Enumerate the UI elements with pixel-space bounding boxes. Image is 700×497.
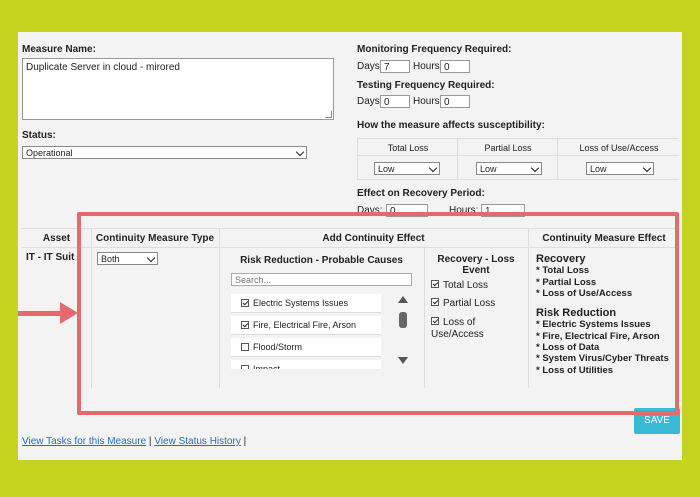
susceptibility-label: How the measure affects susceptibility:	[357, 120, 545, 131]
view-tasks-link[interactable]: View Tasks for this Measure	[22, 436, 146, 447]
chevron-down-icon	[642, 163, 652, 173]
chevron-down-icon	[428, 163, 438, 173]
susceptibility-head-total: Total Loss	[387, 143, 429, 153]
testing-days-label: Days	[357, 96, 380, 107]
link-separator: |	[243, 436, 247, 447]
arrow-right-icon	[60, 302, 78, 324]
testing-days-input[interactable]: 0	[380, 95, 410, 108]
loss-access-select[interactable]: Low	[586, 162, 654, 175]
monitoring-hours-label: Hours	[413, 61, 440, 72]
status-value: Operational	[26, 148, 73, 158]
monitoring-hours-input[interactable]: 0	[440, 60, 470, 73]
status-select[interactable]: Operational	[22, 146, 307, 159]
monitoring-days-label: Days	[357, 61, 380, 72]
partial-loss-select[interactable]: Low	[476, 162, 542, 175]
total-loss-value: Low	[378, 164, 395, 174]
total-loss-select[interactable]: Low	[374, 162, 440, 175]
arrow-line	[18, 311, 62, 316]
monitoring-days-input[interactable]: 7	[380, 60, 410, 73]
testing-frequency-label: Testing Frequency Required:	[357, 80, 495, 91]
measure-name-label: Measure Name:	[22, 44, 96, 55]
resize-handle-icon[interactable]	[325, 111, 332, 118]
susceptibility-head-partial: Partial Loss	[484, 143, 532, 153]
testing-hours-label: Hours	[413, 96, 440, 107]
chevron-down-icon	[530, 163, 540, 173]
recovery-period-label: Effect on Recovery Period:	[357, 188, 485, 199]
status-label: Status:	[22, 130, 56, 141]
highlight-box	[77, 212, 679, 415]
measure-name-textarea[interactable]: Duplicate Server in cloud - mirored	[22, 58, 334, 120]
susceptibility-col-partial: Partial Loss Low	[457, 138, 558, 180]
measure-name-value: Duplicate Server in cloud - mirored	[26, 62, 180, 73]
footer-links: View Tasks for this Measure | View Statu…	[22, 436, 246, 447]
chevron-down-icon	[295, 147, 305, 157]
monitoring-frequency-label: Monitoring Frequency Required:	[357, 44, 512, 55]
susceptibility-head-access: Loss of Use/Access	[579, 143, 659, 153]
susceptibility-col-access: Loss of Use/Access Low	[557, 138, 680, 180]
susceptibility-col-total: Total Loss Low	[357, 138, 458, 180]
loss-access-value: Low	[590, 164, 607, 174]
susceptibility-table: Total Loss Low Partial Loss Low Loss of …	[357, 138, 679, 180]
link-separator: |	[148, 436, 152, 447]
view-status-history-link[interactable]: View Status History	[154, 436, 241, 447]
testing-hours-input[interactable]: 0	[440, 95, 470, 108]
partial-loss-value: Low	[480, 164, 497, 174]
asset-name: IT - IT Suit	[26, 252, 75, 263]
